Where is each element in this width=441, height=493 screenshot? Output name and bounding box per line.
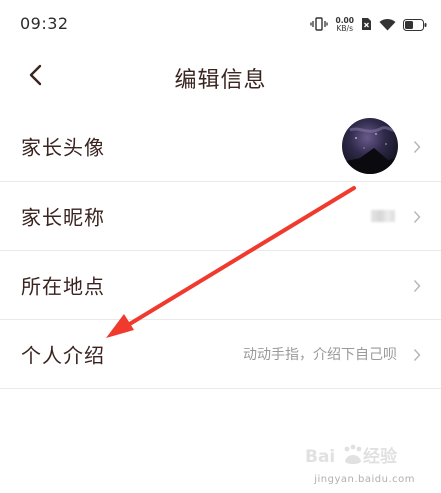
row-label: 个人介绍 (21, 343, 105, 368)
avatar[interactable] (342, 117, 398, 174)
row-parent-avatar[interactable]: 家长头像 (0, 110, 441, 182)
watermark-url: jingyan.baidu.com (314, 474, 415, 485)
row-label: 家长头像 (21, 135, 105, 159)
vibrate-icon (310, 16, 329, 35)
chevron-right-icon (413, 347, 421, 361)
sim-off-icon (361, 16, 372, 35)
chevron-right-icon (413, 209, 421, 223)
svg-text:Bai: Bai (305, 447, 335, 467)
row-label: 所在地点 (21, 274, 105, 299)
network-speed: 0.00 KB/s (335, 17, 354, 33)
chevron-right-icon (413, 278, 421, 292)
intro-placeholder: 动动手指，介绍下自己呗 (243, 347, 397, 363)
wifi-icon (379, 16, 396, 35)
row-label: 家长昵称 (21, 205, 105, 230)
header: 编辑信息 (0, 52, 441, 102)
status-time: 09:32 (20, 14, 69, 33)
row-parent-nickname[interactable]: 家长昵称 (0, 182, 441, 251)
network-speed-unit: KB/s (336, 24, 353, 33)
blurred-nickname (371, 210, 395, 222)
status-bar: 09:32 0.00 KB/s (0, 0, 441, 50)
profile-settings-list: 家长头像 家长昵称 所在地点 个人介绍 动动手指，介绍下自己呗 (0, 110, 441, 389)
row-self-introduction[interactable]: 个人介绍 动动手指，介绍下自己呗 (0, 320, 441, 389)
page-title: 编辑信息 (174, 68, 267, 93)
baidu-watermark-logo: Bai 经验 (305, 444, 398, 467)
svg-text:经验: 经验 (363, 446, 398, 467)
chevron-right-icon (413, 139, 421, 153)
status-icons: 0.00 KB/s (310, 15, 427, 35)
battery-icon (403, 16, 427, 35)
row-location[interactable]: 所在地点 (0, 251, 441, 320)
